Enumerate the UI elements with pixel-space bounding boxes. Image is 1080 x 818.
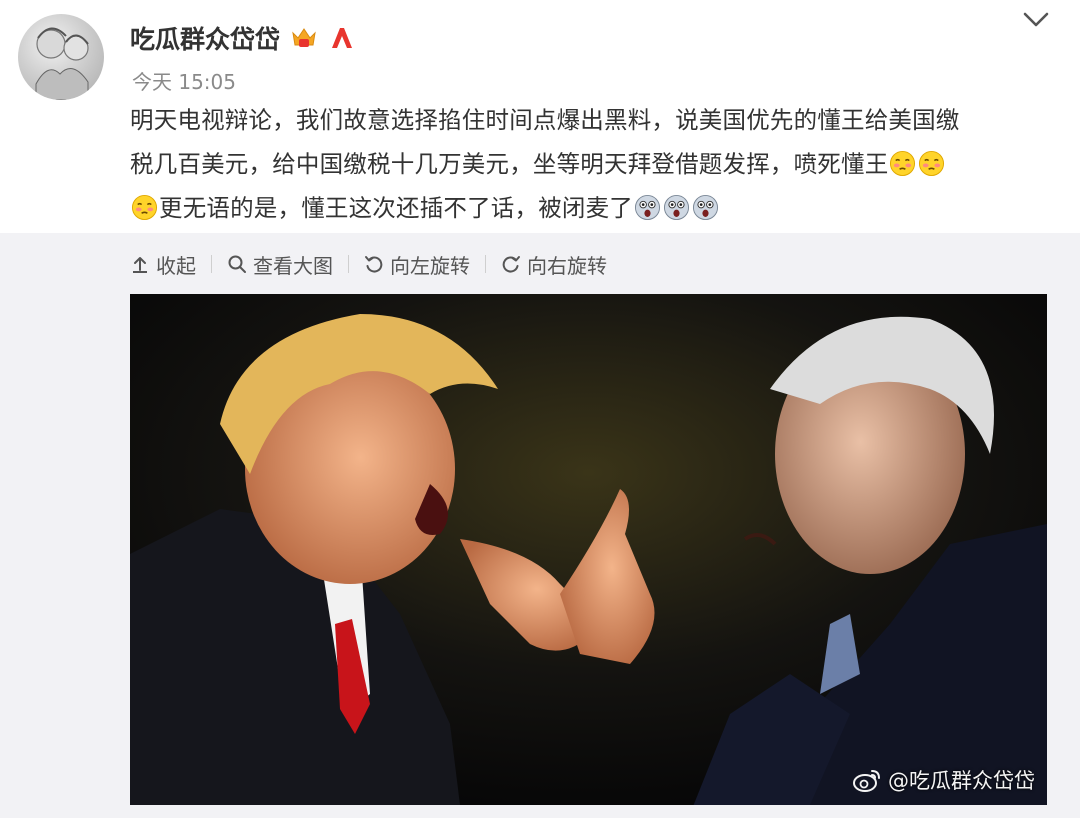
view-large-button[interactable]: 查看大图 [227, 250, 333, 279]
rotate-left-label: 向左旋转 [390, 253, 470, 278]
search-icon [228, 255, 246, 273]
post-text-segment: 明天电视辩论，我们故意选择掐住时间点爆出黑料，说美国优先的懂王给美国缴 [130, 106, 960, 134]
watermark-text: @吃瓜群众岱岱 [888, 769, 1035, 793]
chevron-down-icon[interactable] [1020, 8, 1052, 32]
author-row: 吃瓜群众岱岱 [130, 20, 356, 56]
rotate-right-icon [502, 256, 520, 273]
rotate-right-button[interactable]: 向右旋转 [501, 250, 607, 279]
shocked-face-emoji [663, 194, 690, 221]
post-header: 吃瓜群众岱岱 今天 15:05 明天电视辩论，我们故意选择掐住时间点爆出黑料，说… [0, 0, 1080, 232]
post-text-line-2: 税几百美元，给中国缴税十几万美元，坐等明天拜登借题发挥，喷死懂王 [130, 142, 1050, 186]
weibo-logo-icon [853, 770, 880, 792]
rotate-right-label: 向右旋转 [527, 253, 607, 278]
avatar[interactable] [18, 14, 104, 100]
post-image[interactable]: @吃瓜群众岱岱 [130, 294, 1047, 805]
post-text-segment: 更无语的是，懂王这次还插不了话，被闭麦了 [159, 194, 633, 222]
rotate-left-button[interactable]: 向左旋转 [364, 250, 470, 279]
shy-face-emoji [919, 150, 945, 177]
red-a-badge-icon[interactable] [328, 24, 356, 52]
post-time[interactable]: 今天 15:05 [132, 66, 236, 95]
shocked-face-emoji [692, 194, 719, 221]
shy-face-emoji [890, 150, 916, 177]
toolbar-divider [211, 255, 212, 273]
post-text: 明天电视辩论，我们故意选择掐住时间点爆出黑料，说美国优先的懂王给美国缴 税几百美… [130, 98, 1050, 230]
arrow-up-icon [133, 257, 147, 273]
author-name[interactable]: 吃瓜群众岱岱 [130, 20, 280, 56]
toolbar-divider [348, 255, 349, 273]
post-text-line-3: 更无语的是，懂王这次还插不了话，被闭麦了 [130, 186, 1050, 230]
image-toolbar: 收起 查看大图 向左旋转 向右旋转 [130, 249, 607, 279]
post-text-line-1: 明天电视辩论，我们故意选择掐住时间点爆出黑料，说美国优先的懂王给美国缴 [130, 98, 1050, 142]
avatar-illustration [35, 27, 89, 100]
toolbar-divider [485, 255, 486, 273]
rotate-left-icon [365, 256, 383, 273]
crown-badge-icon[interactable] [290, 24, 318, 52]
collapse-label: 收起 [156, 253, 196, 278]
collapse-button[interactable]: 收起 [130, 250, 196, 279]
shy-face-emoji [131, 194, 158, 221]
view-large-label: 查看大图 [253, 253, 333, 278]
image-watermark: @吃瓜群众岱岱 [852, 765, 1035, 795]
media-area: 收起 查看大图 向左旋转 向右旋转 @吃瓜群众岱岱 [0, 233, 1080, 818]
debate-photo-illustration [130, 294, 1047, 805]
shocked-face-emoji [634, 194, 661, 221]
post-text-segment: 税几百美元，给中国缴税十几万美元，坐等明天拜登借题发挥，喷死懂王 [130, 150, 889, 178]
